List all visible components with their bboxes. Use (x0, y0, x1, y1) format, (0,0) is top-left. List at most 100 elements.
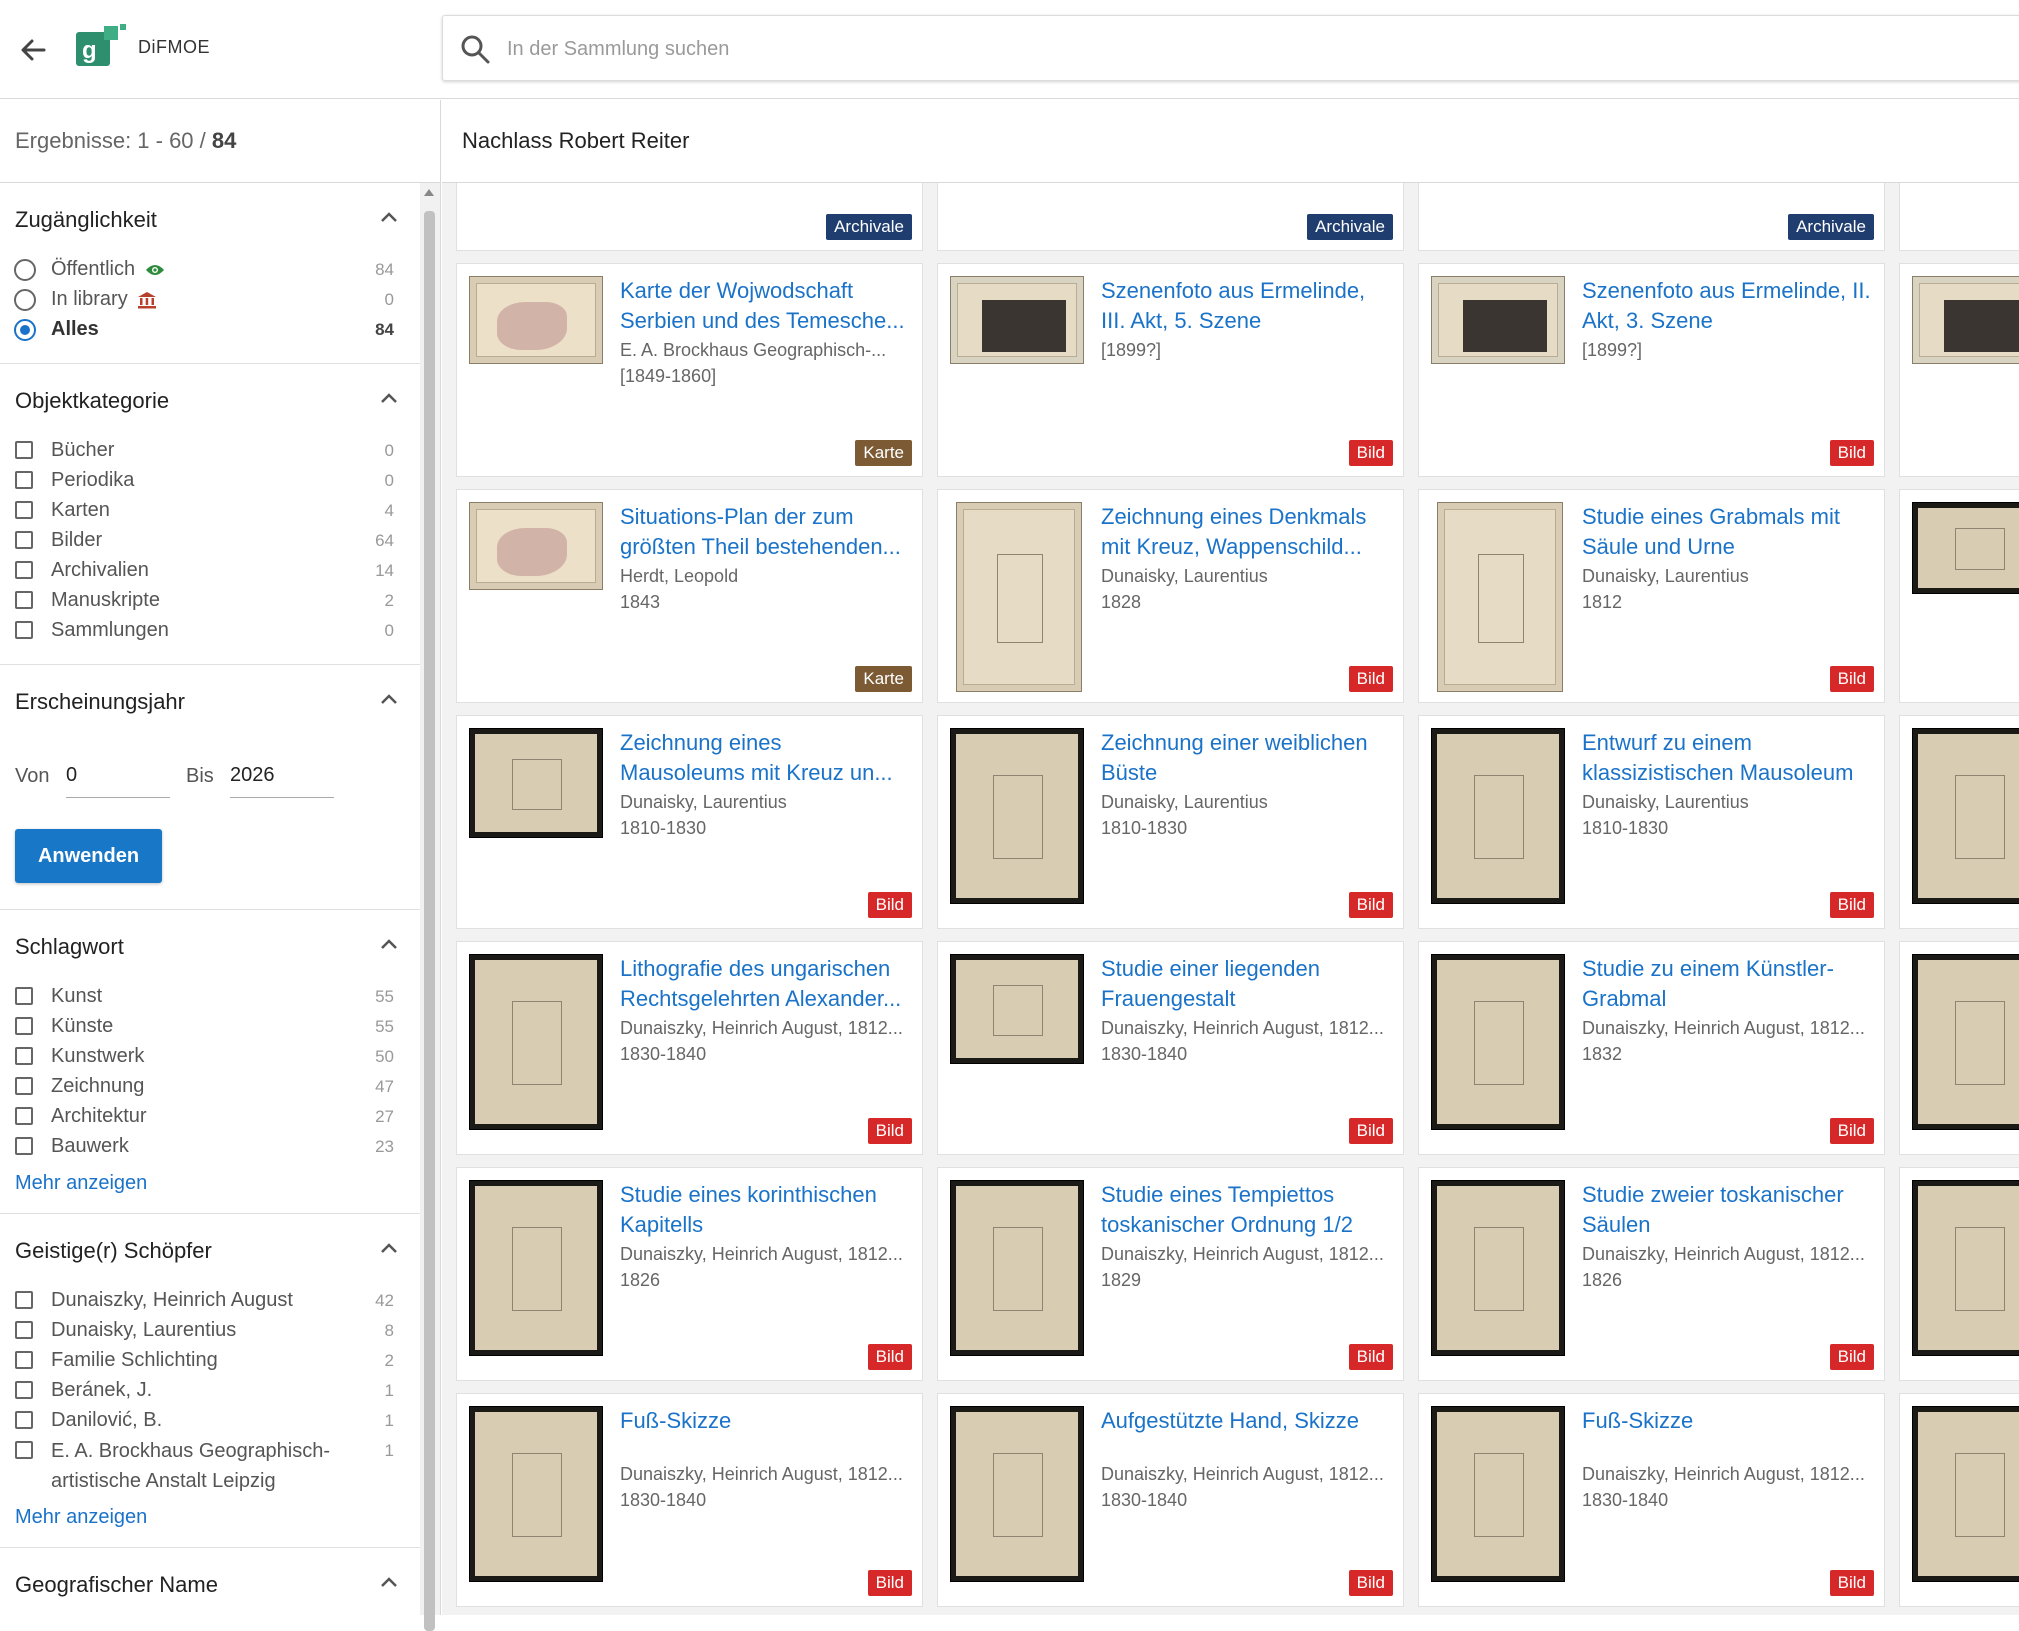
result-card[interactable]: Szenenfoto aus Ermelinde, III. Akt, 5. S… (937, 263, 1404, 477)
facet-option[interactable]: Kunstwerk 50 (0, 1042, 420, 1072)
checkbox[interactable] (15, 561, 33, 579)
result-title-link[interactable]: Szenenfoto aus Ermelinde, III. Akt, 5. S… (1101, 276, 1391, 336)
checkbox[interactable] (15, 987, 33, 1005)
result-card[interactable]: Studie zu einem Künstler-Grabmal Dunaiszk… (1418, 941, 1885, 1155)
checkbox[interactable] (15, 1291, 33, 1309)
checkbox[interactable] (15, 1047, 33, 1065)
result-card-partial[interactable] (1899, 183, 2019, 251)
result-title-link[interactable]: Karte der Wojwodschaft Serbien und des T… (620, 276, 910, 336)
result-card[interactable]: Zeichnung eines Denkmals mit Kreuz, Wapp… (937, 489, 1404, 703)
search-box[interactable] (442, 15, 2019, 81)
checkbox[interactable] (15, 1381, 33, 1399)
result-card-partial[interactable] (1899, 1393, 2019, 1607)
radio-button[interactable] (14, 289, 36, 311)
result-card-partial[interactable] (1899, 263, 2019, 477)
checkbox[interactable] (15, 471, 33, 489)
facet-option[interactable]: E. A. Brockhaus Geographisch-artistische… (0, 1436, 420, 1496)
chevron-up-icon[interactable] (380, 1576, 398, 1588)
checkbox[interactable] (15, 1077, 33, 1095)
facet-option[interactable]: Periodika 0 (0, 466, 420, 496)
facet-option[interactable]: Bauwerk 23 (0, 1132, 420, 1162)
result-card-partial[interactable] (1899, 715, 2019, 929)
result-title-link[interactable]: Studie eines Grabmals mit Säule und Urne (1582, 502, 1872, 562)
result-card[interactable]: Archivale (1418, 183, 1885, 251)
chevron-up-icon[interactable] (380, 211, 398, 223)
checkbox[interactable] (15, 1411, 33, 1429)
facet-option[interactable]: Familie Schlichting 2 (0, 1346, 420, 1376)
result-card[interactable]: Situations-Plan der zum größten Theil be… (456, 489, 923, 703)
result-title-link[interactable]: Fuß-Skizze (1582, 1406, 1872, 1436)
result-card[interactable]: Aufgestützte Hand, Skizze Dunaiszky, Hein… (937, 1393, 1404, 1607)
result-title-link[interactable]: Zeichnung eines Mausoleums mit Kreuz un.… (620, 728, 910, 788)
result-card-partial[interactable] (1899, 1167, 2019, 1381)
facet-option[interactable]: Karten 4 (0, 496, 420, 526)
result-title-link[interactable]: Studie eines Tempiettos toskanischer Ord… (1101, 1180, 1391, 1240)
year-from-input[interactable] (66, 753, 170, 798)
result-card[interactable]: Archivale (937, 183, 1404, 251)
checkbox[interactable] (15, 1107, 33, 1125)
show-more-creators-link[interactable]: Mehr anzeigen (15, 1506, 420, 1529)
facet-option[interactable]: Beránek, J. 1 (0, 1376, 420, 1406)
result-title-link[interactable]: Situations-Plan der zum größten Theil be… (620, 502, 910, 562)
result-title-link[interactable]: Entwurf zu einem klassizistischen Mausol… (1582, 728, 1872, 788)
result-title-link[interactable]: Zeichnung einer weiblichen Büste (1101, 728, 1391, 788)
checkbox[interactable] (15, 621, 33, 639)
result-card[interactable]: Studie eines korinthischen Kapitells Duna… (456, 1167, 923, 1381)
radio-button-selected[interactable] (14, 319, 36, 341)
checkbox[interactable] (15, 1321, 33, 1339)
result-title-link[interactable]: Szenenfoto aus Ermelinde, II. Akt, 3. Sz… (1582, 276, 1872, 336)
access-option-public[interactable]: Öffentlich 84 (0, 255, 420, 285)
result-card[interactable]: Lithografie des ungarischen Rechtsgelehr… (456, 941, 923, 1155)
chevron-up-icon[interactable] (380, 938, 398, 950)
result-card[interactable]: Studie zweier toskanischer Säulen Dunaisz… (1418, 1167, 1885, 1381)
radio-button[interactable] (14, 259, 36, 281)
result-title-link[interactable]: Aufgestützte Hand, Skizze (1101, 1406, 1391, 1436)
facet-option[interactable]: Zeichnung 47 (0, 1072, 420, 1102)
checkbox[interactable] (15, 1137, 33, 1155)
checkbox[interactable] (15, 531, 33, 549)
facet-option[interactable]: Manuskripte 2 (0, 586, 420, 616)
result-card[interactable]: Studie eines Grabmals mit Säule und Urne… (1418, 489, 1885, 703)
scrollbar-thumb[interactable] (424, 211, 435, 1631)
search-input[interactable] (505, 28, 1609, 70)
result-title-link[interactable]: Zeichnung eines Denkmals mit Kreuz, Wapp… (1101, 502, 1391, 562)
sidebar-scrollbar[interactable] (420, 183, 441, 1631)
search-icon[interactable] (459, 33, 491, 65)
result-card-partial[interactable] (1899, 489, 2019, 703)
checkbox[interactable] (15, 1017, 33, 1035)
facet-option[interactable]: Sammlungen 0 (0, 616, 420, 646)
show-more-keywords-link[interactable]: Mehr anzeigen (15, 1172, 420, 1195)
facet-option[interactable]: Dunaisky, Laurentius 8 (0, 1316, 420, 1346)
chevron-up-icon[interactable] (380, 693, 398, 705)
result-card-partial[interactable] (1899, 941, 2019, 1155)
result-card[interactable]: Fuß-Skizze Dunaiszky, Heinrich August, 18… (1418, 1393, 1885, 1607)
chevron-up-icon[interactable] (380, 392, 398, 404)
facet-option[interactable]: Bücher 0 (0, 436, 420, 466)
result-card[interactable]: Studie eines Tempiettos toskanischer Ord… (937, 1167, 1404, 1381)
result-title-link[interactable]: Studie zweier toskanischer Säulen (1582, 1180, 1872, 1240)
checkbox[interactable] (15, 441, 33, 459)
result-card[interactable]: Archivale (456, 183, 923, 251)
access-option-all[interactable]: Alles 84 (0, 315, 420, 345)
result-title-link[interactable]: Studie einer liegenden Frauengestalt (1101, 954, 1391, 1014)
difmoe-logo-icon[interactable]: g (74, 22, 130, 70)
facet-option[interactable]: Archivalien 14 (0, 556, 420, 586)
back-arrow-icon[interactable] (14, 30, 54, 70)
checkbox[interactable] (15, 1351, 33, 1369)
result-title-link[interactable]: Studie zu einem Künstler-Grabmal (1582, 954, 1872, 1014)
result-title-link[interactable]: Fuß-Skizze (620, 1406, 910, 1436)
result-title-link[interactable]: Lithografie des ungarischen Rechtsgelehr… (620, 954, 910, 1014)
result-card[interactable]: Karte der Wojwodschaft Serbien und des T… (456, 263, 923, 477)
checkbox[interactable] (15, 501, 33, 519)
facet-option[interactable]: Dunaiszky, Heinrich August 42 (0, 1286, 420, 1316)
apply-button[interactable]: Anwenden (15, 829, 162, 883)
facet-option[interactable]: Danilović, B. 1 (0, 1406, 420, 1436)
facet-option[interactable]: Künste 55 (0, 1012, 420, 1042)
facet-option[interactable]: Kunst 55 (0, 982, 420, 1012)
result-card[interactable]: Szenenfoto aus Ermelinde, II. Akt, 3. Sz… (1418, 263, 1885, 477)
result-card[interactable]: Zeichnung eines Mausoleums mit Kreuz un.… (456, 715, 923, 929)
year-to-input[interactable] (230, 753, 334, 798)
result-card[interactable]: Entwurf zu einem klassizistischen Mausol… (1418, 715, 1885, 929)
checkbox[interactable] (15, 591, 33, 609)
result-card[interactable]: Studie einer liegenden Frauengestalt Duna… (937, 941, 1404, 1155)
